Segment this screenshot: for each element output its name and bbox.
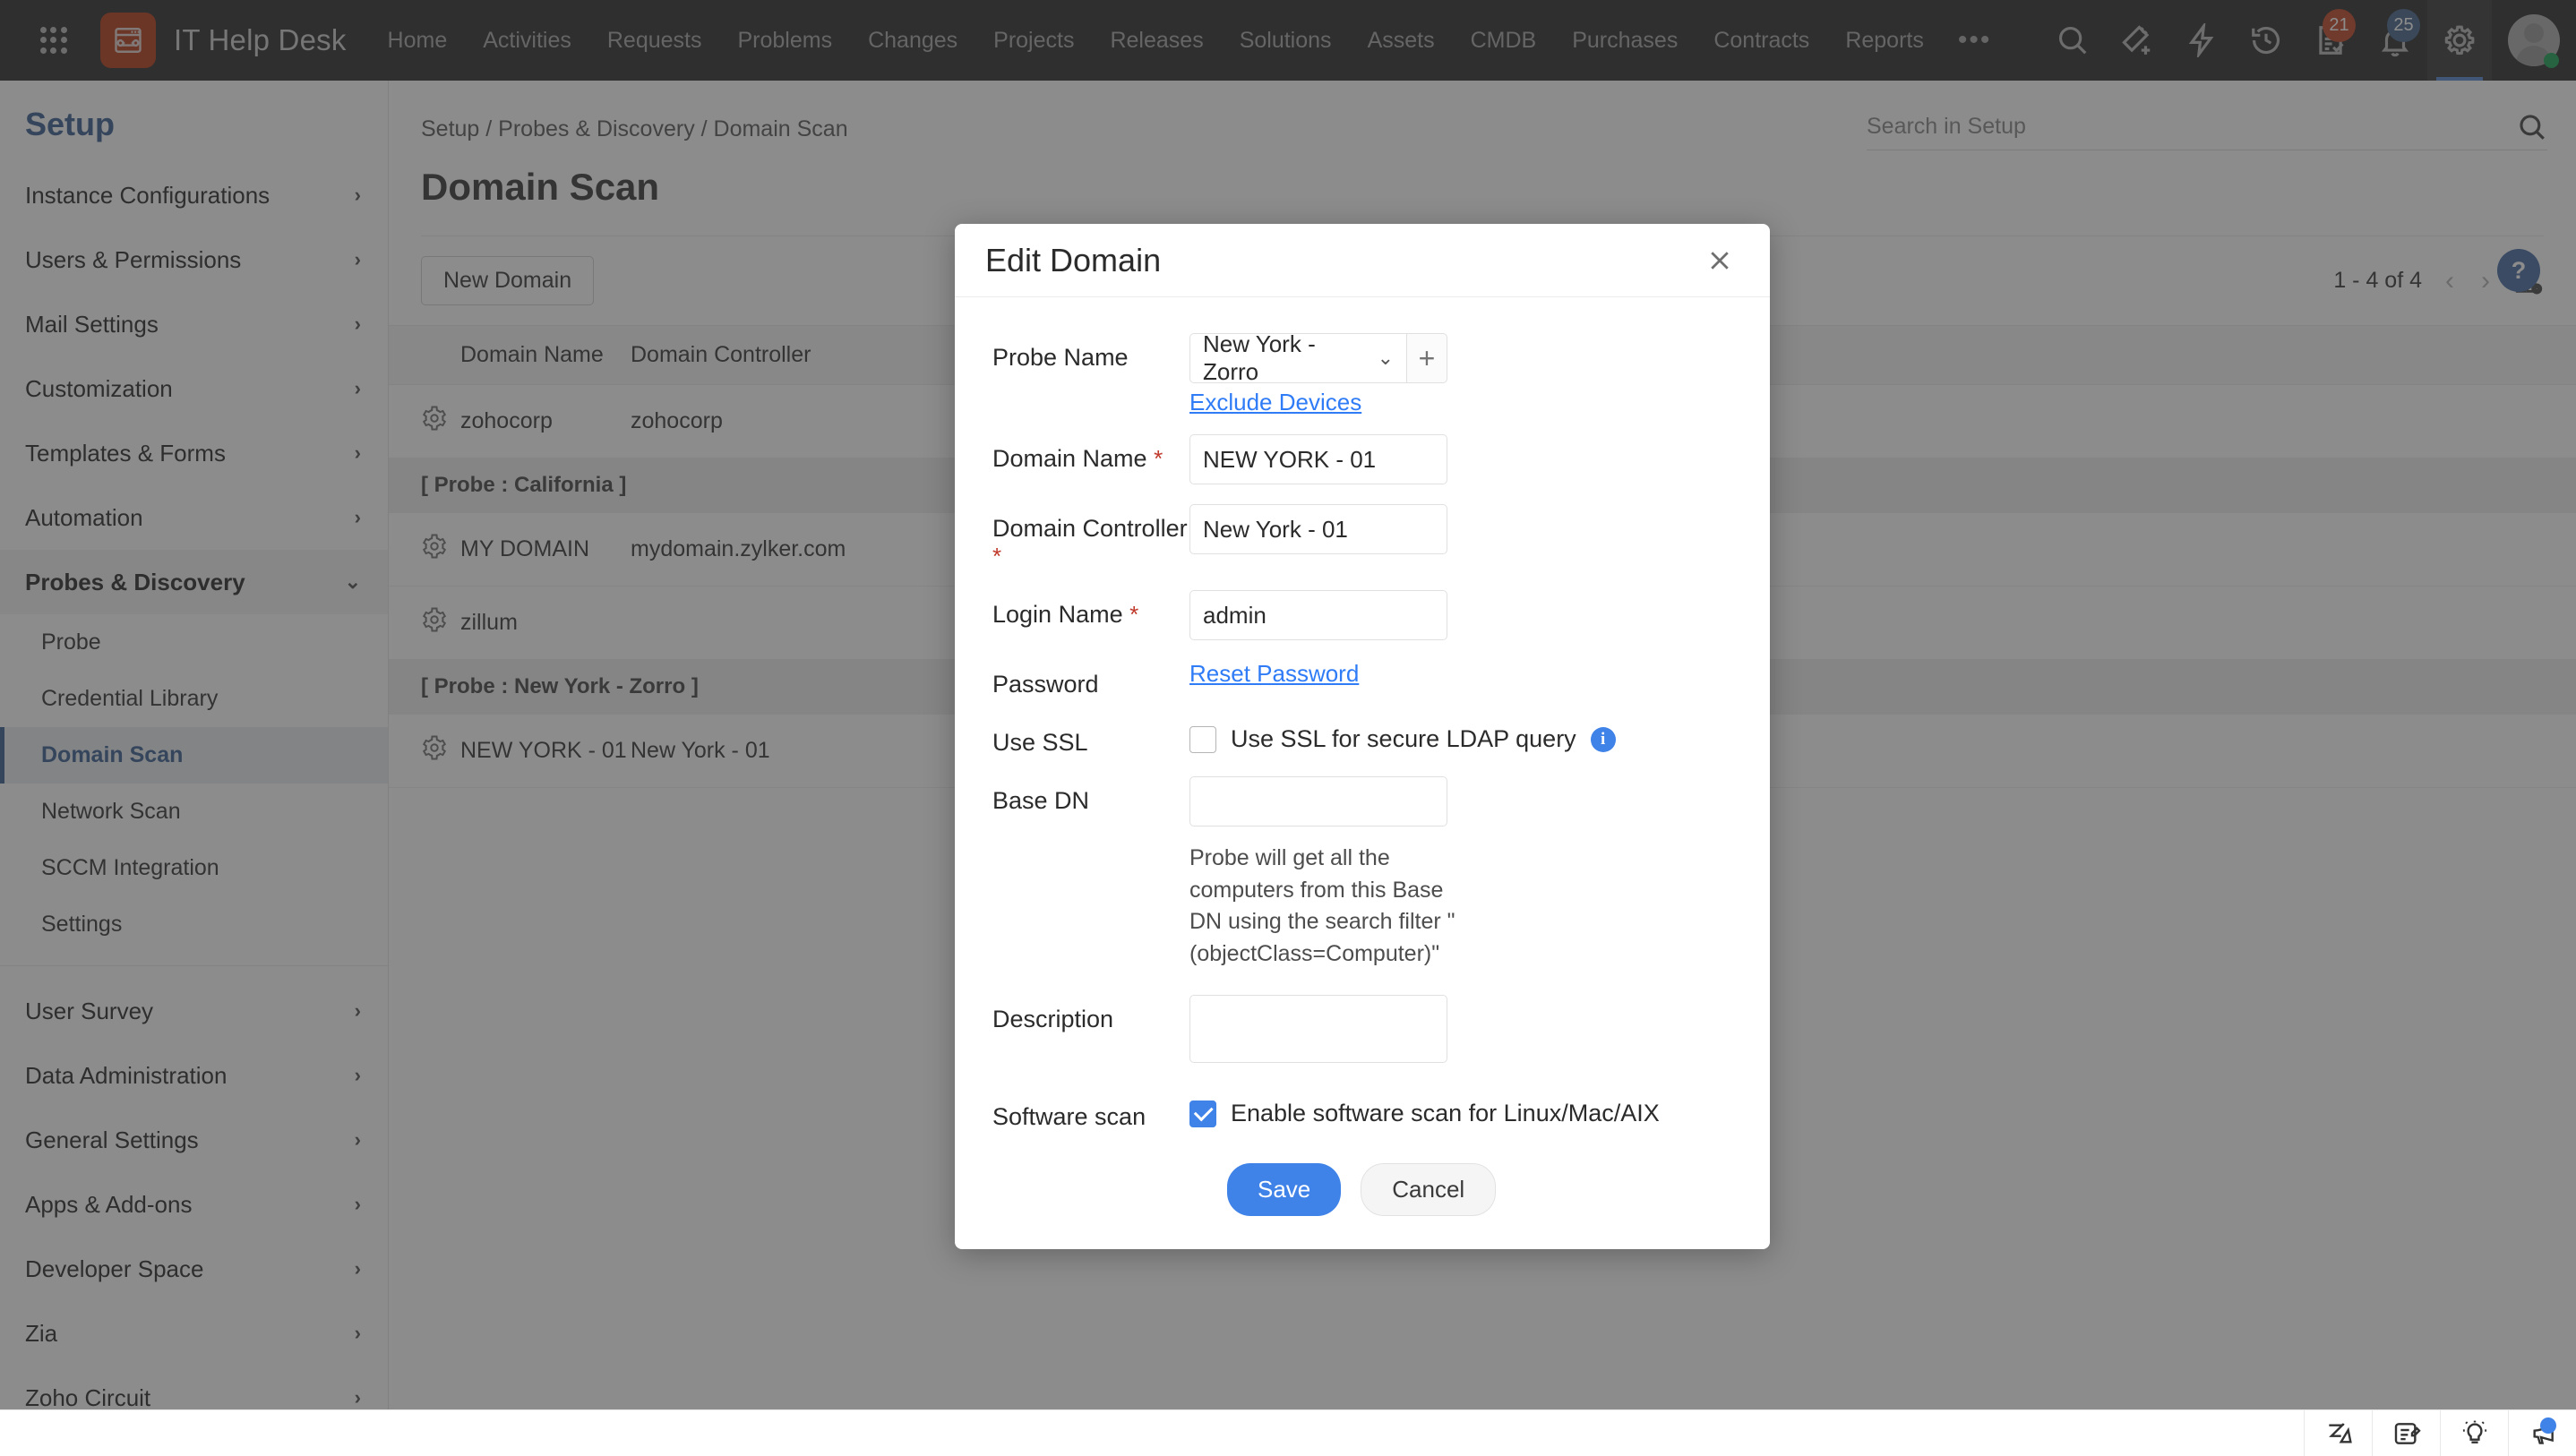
reset-password-link[interactable]: Reset Password xyxy=(1189,660,1359,687)
field-domain-controller: Domain Controller * xyxy=(955,504,1770,570)
label-domain-controller-text: Domain Controller xyxy=(992,515,1188,542)
dialog-header: Edit Domain xyxy=(955,224,1770,297)
required-asterisk: * xyxy=(1154,445,1163,472)
label-login-name-text: Login Name xyxy=(992,601,1123,628)
software-scan-checkbox-label: Enable software scan for Linux/Mac/AIX xyxy=(1231,1100,1660,1126)
field-probe-name: Probe Name New York - Zorro ⌄ + xyxy=(955,330,1770,385)
field-login-name: Login Name * xyxy=(955,590,1770,640)
domain-name-input[interactable] xyxy=(1189,434,1447,484)
field-domain-name: Domain Name * xyxy=(955,434,1770,484)
row-exclude-devices: Exclude Devices xyxy=(955,389,1770,416)
probe-name-select[interactable]: New York - Zorro ⌄ xyxy=(1189,330,1406,385)
label-software-scan: Software scan xyxy=(992,1103,1146,1130)
zia-icon[interactable] xyxy=(2304,1409,2372,1456)
probe-name-value: New York - Zorro xyxy=(1203,330,1316,385)
chevron-down-icon: ⌄ xyxy=(1377,347,1394,369)
label-login-name: Login Name * xyxy=(955,590,1189,629)
label-domain-name-text: Domain Name xyxy=(992,445,1147,472)
dialog-actions: Save Cancel xyxy=(955,1163,1770,1216)
probe-name-select-group: New York - Zorro ⌄ + xyxy=(1189,330,1447,385)
use-ssl-checkbox-row: Use SSL for secure LDAP query i xyxy=(1189,718,1732,753)
field-password: Password Reset Password xyxy=(955,660,1770,698)
label-domain-controller: Domain Controller * xyxy=(955,504,1189,570)
required-asterisk: * xyxy=(1129,601,1139,628)
dialog-body: Probe Name New York - Zorro ⌄ + Exclude … xyxy=(955,297,1770,1249)
software-scan-checkbox-row: Enable software scan for Linux/Mac/AIX xyxy=(1189,1092,1732,1127)
label-domain-name: Domain Name * xyxy=(955,434,1189,473)
close-icon[interactable] xyxy=(1700,241,1739,280)
field-software-scan: Software scan Enable software scan for L… xyxy=(955,1092,1770,1131)
software-scan-checkbox[interactable] xyxy=(1189,1100,1216,1127)
edit-domain-dialog: Edit Domain Probe Name New York - Zorro … xyxy=(955,224,1770,1249)
cancel-button[interactable]: Cancel xyxy=(1361,1163,1497,1216)
save-button[interactable]: Save xyxy=(1227,1163,1342,1216)
notes-edit-icon[interactable] xyxy=(2372,1409,2440,1456)
lightbulb-idea-icon[interactable] xyxy=(2440,1409,2508,1456)
use-ssl-checkbox-label: Use SSL for secure LDAP query xyxy=(1231,725,1576,752)
dialog-title: Edit Domain xyxy=(985,241,1162,278)
exclude-devices-link[interactable]: Exclude Devices xyxy=(1189,389,1361,415)
login-name-input[interactable] xyxy=(1189,590,1447,640)
label-password: Password xyxy=(992,671,1099,698)
field-base-dn: Base DN Probe will get all the computers… xyxy=(955,776,1770,970)
announcement-megaphone-icon[interactable] xyxy=(2508,1409,2576,1456)
use-ssl-checkbox[interactable] xyxy=(1189,725,1216,753)
label-probe-name: Probe Name xyxy=(992,344,1129,371)
announcement-indicator-dot xyxy=(2540,1417,2556,1434)
label-base-dn: Base DN xyxy=(992,787,1090,814)
spacer-label xyxy=(955,389,1189,399)
description-textarea[interactable] xyxy=(1189,995,1447,1063)
label-description: Description xyxy=(992,1006,1114,1032)
field-use-ssl: Use SSL Use SSL for secure LDAP query i xyxy=(955,718,1770,757)
base-dn-input[interactable] xyxy=(1189,776,1447,826)
label-use-ssl: Use SSL xyxy=(992,729,1088,756)
required-asterisk: * xyxy=(992,543,1002,570)
add-probe-button[interactable]: + xyxy=(1406,333,1447,383)
info-icon[interactable]: i xyxy=(1590,726,1616,752)
bottom-status-bar xyxy=(0,1409,2576,1456)
domain-controller-input[interactable] xyxy=(1189,504,1447,554)
base-dn-hint: Probe will get all the computers from th… xyxy=(1189,845,1455,966)
field-description: Description xyxy=(955,995,1770,1067)
